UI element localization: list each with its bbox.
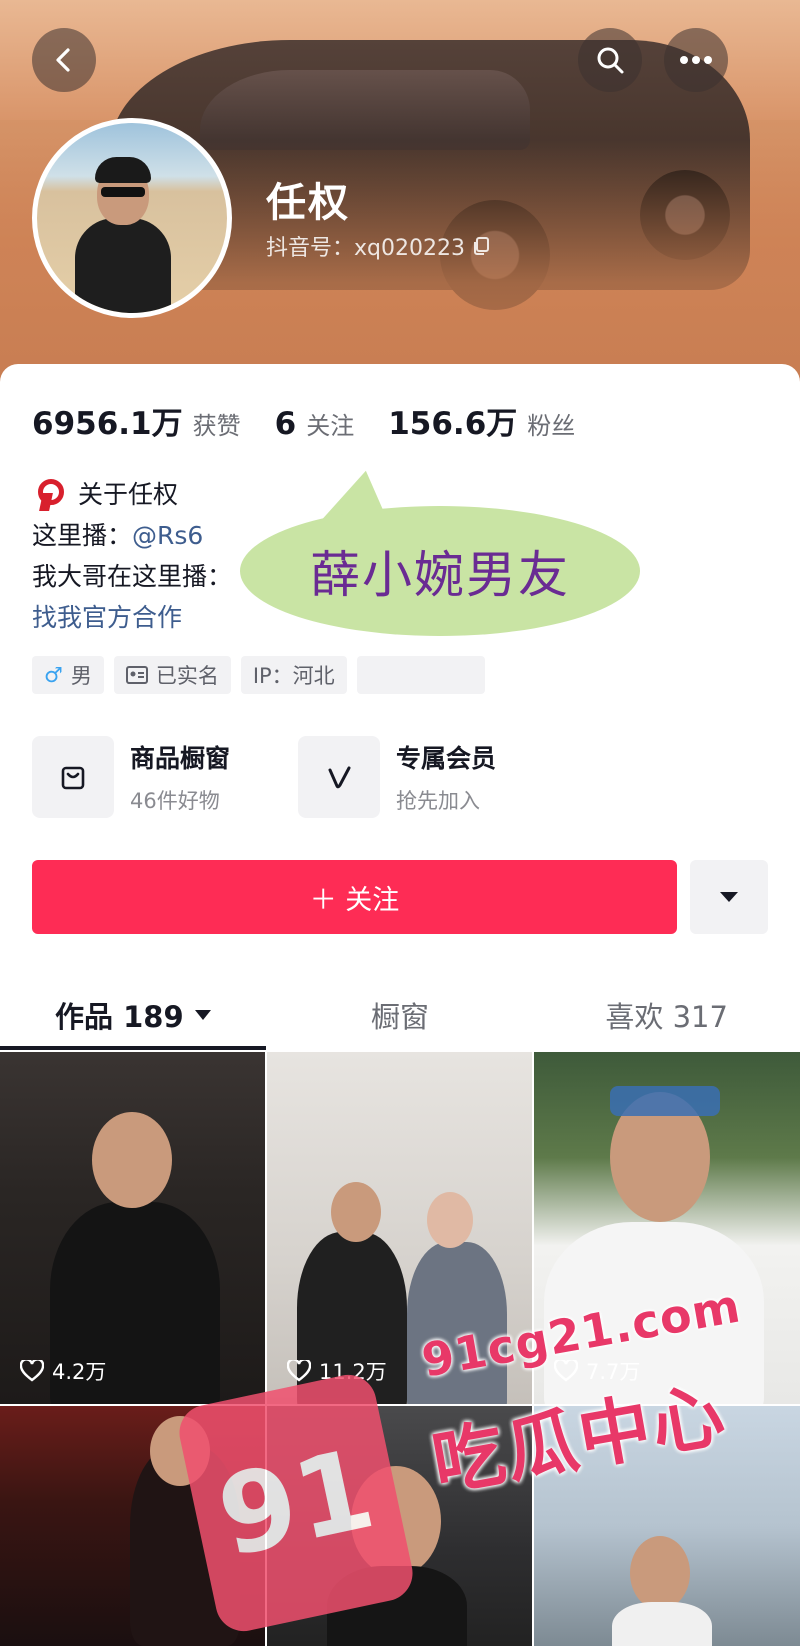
more-options-dropdown[interactable] xyxy=(690,860,768,934)
profile-bio: 关于任权 这里播： @Rs6 我大哥在这里播： 找我官方合作 xyxy=(32,474,232,638)
tab-window-label: 橱窗 xyxy=(371,1000,430,1034)
bio-line-3-text: 我大哥在这里播： xyxy=(32,562,233,591)
tab-works-label: 作品 189 xyxy=(55,1000,184,1034)
avatar-hair xyxy=(95,157,151,183)
avatar-glasses xyxy=(101,187,145,197)
douyin-id-text: 抖音号：xq020223 xyxy=(266,236,465,261)
douyin-id[interactable]: 抖音号：xq020223 xyxy=(266,230,491,262)
annotation-bubble-text: 薛小婉男友 xyxy=(310,546,570,604)
more-button[interactable] xyxy=(664,28,728,92)
member-title: 专属会员 xyxy=(396,744,497,773)
ip-tag: IP：河北 xyxy=(240,656,347,694)
tab-liked-label: 喜欢 317 xyxy=(605,1000,728,1034)
thumbnail-face xyxy=(331,1182,381,1242)
back-icon xyxy=(56,48,70,72)
following-count: 6 xyxy=(274,406,297,442)
video-likes: 4.2万 xyxy=(20,1356,106,1386)
extra-tag xyxy=(356,656,485,694)
video-thumbnail[interactable]: 4.2万 xyxy=(0,1052,265,1404)
bio-about-row[interactable]: 关于任权 xyxy=(32,474,232,515)
bio-line-4: 找我官方合作 xyxy=(32,597,232,638)
verified-tag: 已实名 xyxy=(113,656,231,694)
gender-tag: ♂ 男 xyxy=(32,656,104,694)
likes-label: 获赞 xyxy=(192,412,241,440)
likes-count: 6956.1万 xyxy=(32,406,183,442)
caret-down-icon xyxy=(720,892,738,902)
follow-button[interactable]: ＋ 关注 xyxy=(32,860,677,934)
shop-window-entry[interactable]: 商品橱窗 46件好物 xyxy=(32,736,298,818)
bio-line-3: 我大哥在这里播： xyxy=(32,556,232,597)
followers-stat[interactable]: 156.6万 粉丝 xyxy=(388,398,575,443)
member-subtitle: 抢先加入 xyxy=(396,789,480,813)
avatar-body xyxy=(75,218,171,313)
v-icon xyxy=(328,766,351,789)
member-icon-box xyxy=(298,736,380,818)
feature-entries: 商品橱窗 46件好物 专属会员 抢先加入 xyxy=(32,736,564,818)
profile-tags: ♂ 男 已实名 IP：河北 xyxy=(32,656,485,694)
followers-count: 156.6万 xyxy=(388,406,518,442)
watermark-badge-text: 91 xyxy=(207,1424,385,1582)
more-icon xyxy=(680,56,712,64)
id-card-icon xyxy=(125,666,148,684)
male-icon: ♂ xyxy=(44,663,63,687)
shop-subtitle: 46件好物 xyxy=(130,789,220,813)
heart-icon xyxy=(287,1360,311,1382)
annotation-bubble: 薛小婉男友 xyxy=(240,506,640,636)
bio-about: 关于任权 xyxy=(78,480,179,509)
following-stat[interactable]: 6 关注 xyxy=(275,406,355,442)
banner-car-window xyxy=(200,70,530,150)
cooperation-link[interactable]: 找我官方合作 xyxy=(32,597,182,638)
active-tab-indicator xyxy=(0,1046,266,1050)
thumbnail-figure xyxy=(612,1602,712,1646)
bio-mention-link[interactable]: @Rs6 xyxy=(132,515,203,556)
profile-tabs: 作品 189 橱窗 喜欢 317 xyxy=(0,980,800,1050)
search-button[interactable] xyxy=(578,28,642,92)
gender-text: 男 xyxy=(70,664,92,688)
thumbnail-face xyxy=(630,1536,690,1610)
tab-works[interactable]: 作品 189 xyxy=(0,980,267,1050)
profile-name: 任权 xyxy=(266,180,350,226)
shop-title: 商品橱窗 xyxy=(130,744,231,773)
verified-text: 已实名 xyxy=(155,664,219,688)
shop-icon-box xyxy=(32,736,114,818)
bag-icon xyxy=(61,766,85,790)
search-icon xyxy=(597,47,624,74)
likes-stat[interactable]: 6956.1万 获赞 xyxy=(32,398,241,443)
ribbon-icon xyxy=(32,478,64,511)
tab-window[interactable]: 橱窗 xyxy=(267,980,534,1050)
membership-entry[interactable]: 专属会员 抢先加入 xyxy=(298,736,564,818)
ip-text: IP：河北 xyxy=(252,664,335,688)
avatar[interactable] xyxy=(32,118,232,318)
heart-icon xyxy=(20,1360,44,1382)
caret-down-icon xyxy=(194,1010,211,1020)
bio-line-2: 这里播： @Rs6 xyxy=(32,515,232,556)
thumbnail-face xyxy=(92,1112,172,1208)
bio-line-2-prefix: 这里播： xyxy=(32,521,133,550)
followers-label: 粉丝 xyxy=(527,412,576,440)
back-button[interactable] xyxy=(32,28,96,92)
following-label: 关注 xyxy=(306,412,355,440)
profile-stats: 6956.1万 获赞 6 关注 156.6万 粉丝 xyxy=(32,398,609,443)
thumbnail-face xyxy=(427,1192,473,1248)
sunglasses xyxy=(610,1086,720,1116)
video-likes-count: 4.2万 xyxy=(52,1360,107,1384)
copy-icon[interactable] xyxy=(471,236,491,256)
tab-liked[interactable]: 喜欢 317 xyxy=(533,980,800,1050)
